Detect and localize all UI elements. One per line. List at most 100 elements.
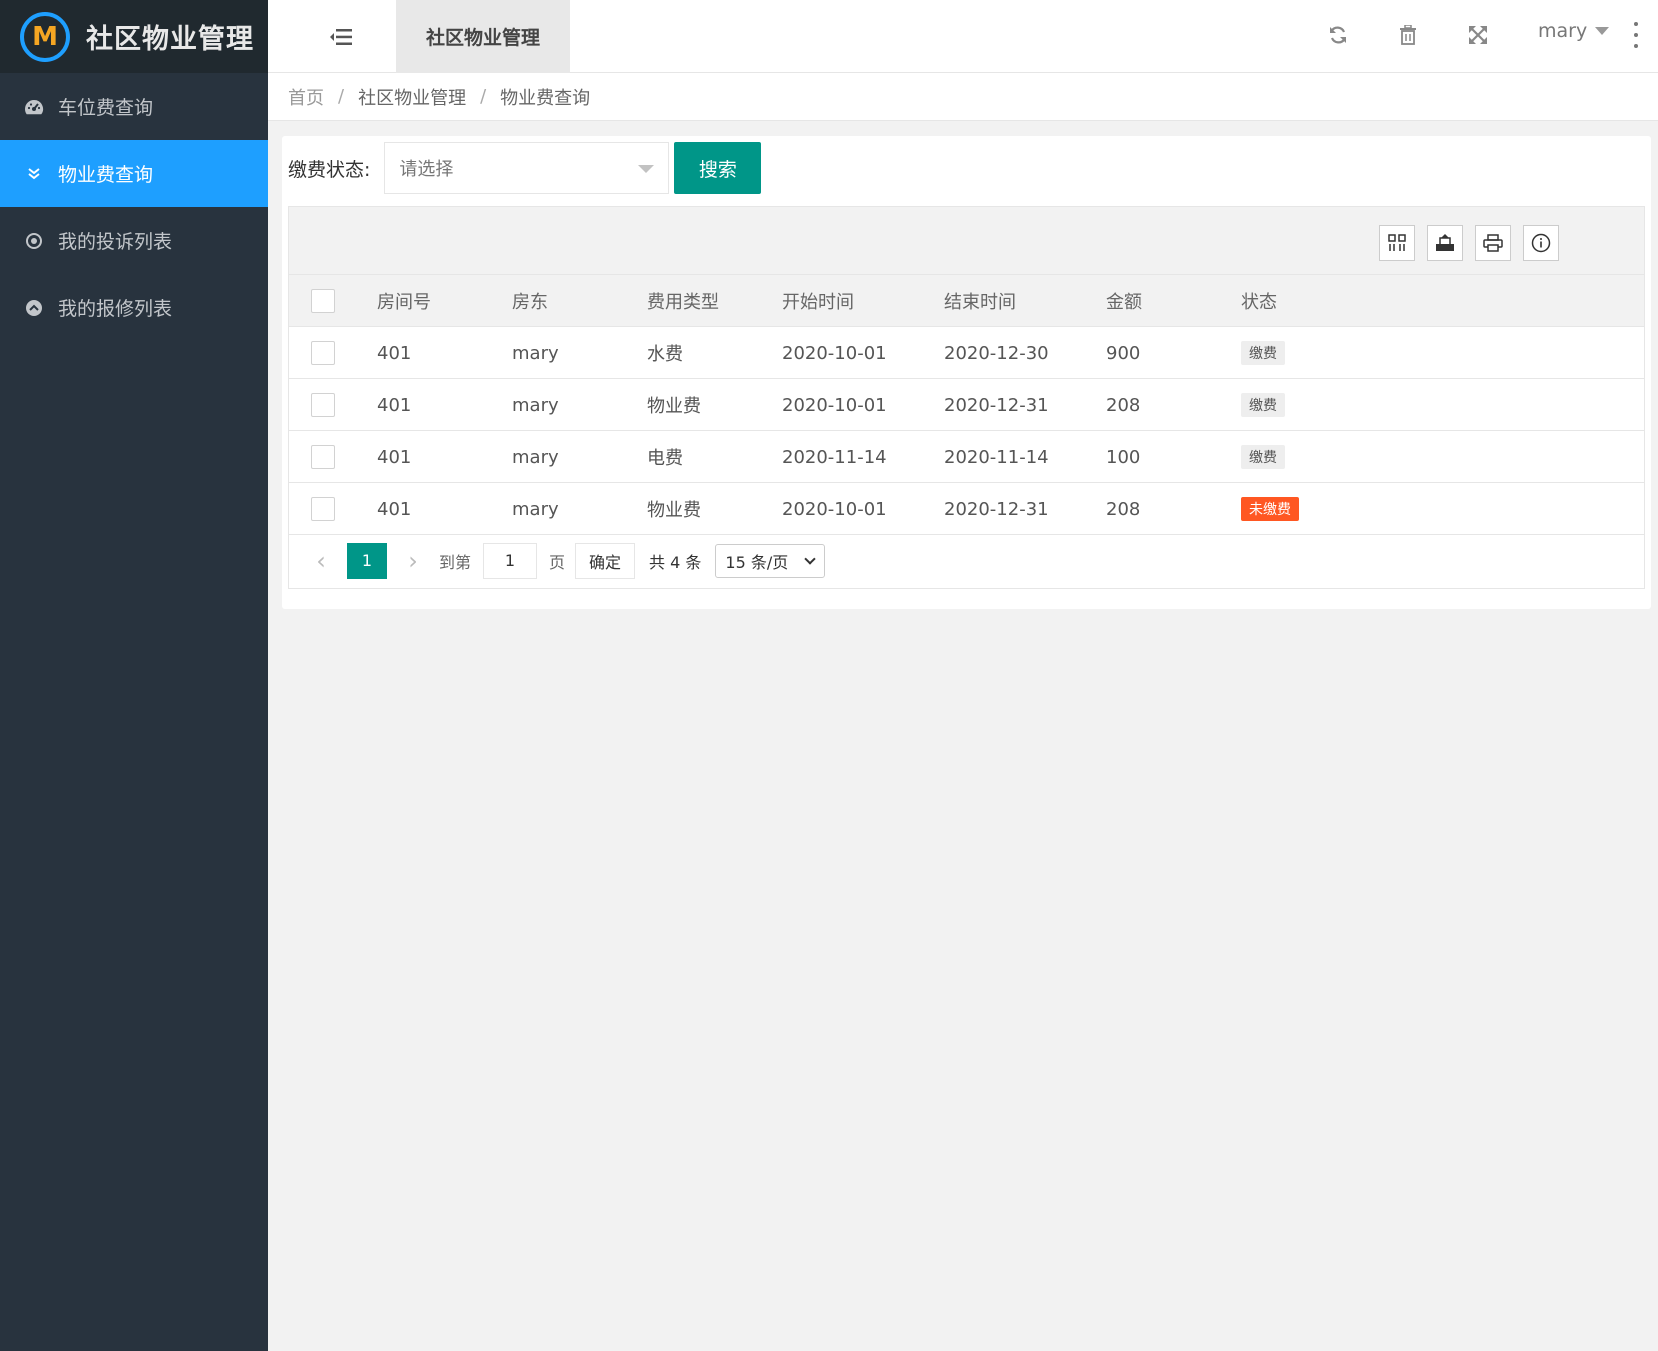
row-checkbox[interactable]: [311, 445, 335, 469]
dashboard-icon: [24, 97, 44, 117]
goto-label: 到第: [439, 552, 472, 572]
column-header[interactable]: 房东: [512, 275, 548, 327]
cell-owner: mary: [512, 342, 559, 364]
breadcrumb: 首页 / 社区物业管理 / 物业费查询: [268, 73, 1658, 121]
status-badge[interactable]: 缴费: [1241, 341, 1285, 365]
status-badge-unpaid[interactable]: 未缴费: [1241, 497, 1299, 521]
logo-letter: M: [32, 21, 58, 52]
cell-owner: mary: [512, 446, 559, 468]
chevron-down-icon: [804, 552, 817, 565]
target-icon: [24, 231, 44, 251]
breadcrumb-home[interactable]: 首页: [288, 84, 324, 110]
cell-start: 2020-10-01: [782, 394, 887, 416]
select-placeholder: 请选择: [399, 159, 454, 180]
total-count: 共 4 条: [649, 552, 702, 572]
cell-type: 电费: [647, 448, 683, 469]
payment-status-select[interactable]: 请选择: [384, 142, 670, 194]
select-all-checkbox[interactable]: [311, 289, 335, 313]
prev-page-icon[interactable]: ‹: [303, 543, 339, 579]
table-row: 401 mary 物业费 2020-10-01 2020-12-31 208 未…: [289, 483, 1644, 535]
table-toolbar: [289, 207, 1644, 275]
info-icon[interactable]: [1523, 225, 1559, 261]
app-title: 社区物业管理: [86, 24, 254, 55]
fullscreen-icon[interactable]: [1464, 21, 1492, 49]
column-header[interactable]: 房间号: [377, 275, 431, 327]
more-icon[interactable]: [1631, 22, 1641, 48]
filter-bar: 缴费状态: 请选择 搜索: [288, 142, 762, 194]
sidebar-item-parking-fee[interactable]: 车位费查询: [0, 73, 268, 140]
status-badge[interactable]: 缴费: [1241, 445, 1285, 469]
user-menu[interactable]: mary: [1538, 20, 1610, 42]
column-header[interactable]: 金额: [1106, 275, 1142, 327]
sidebar-item-label: 车位费查询: [58, 97, 154, 119]
export-icon[interactable]: [1427, 225, 1463, 261]
dropdown-triangle-icon: [638, 165, 655, 173]
page-size-select[interactable]: 15 条/页: [715, 543, 826, 578]
cell-end: 2020-12-30: [944, 342, 1049, 364]
cell-owner: mary: [512, 394, 559, 416]
table-header-row: 房间号 房东 费用类型 开始时间 结束时间 金额 状态: [289, 275, 1644, 327]
username: mary: [1538, 20, 1588, 42]
logo-area: M 社区物业管理: [0, 0, 268, 73]
menu-fold-icon[interactable]: [326, 22, 356, 52]
row-checkbox[interactable]: [311, 497, 335, 521]
sidebar-item-label: 我的投诉列表: [58, 231, 173, 253]
chevron-up-circle-icon: [24, 298, 44, 318]
print-icon[interactable]: [1475, 225, 1511, 261]
cell-end: 2020-12-31: [944, 394, 1049, 416]
page-unit-label: 页: [549, 552, 566, 572]
breadcrumb-separator: /: [338, 86, 345, 107]
goto-confirm-button[interactable]: 确定: [575, 542, 636, 579]
cell-amount: 208: [1106, 394, 1141, 416]
column-header[interactable]: 结束时间: [944, 275, 1016, 327]
breadcrumb-separator: /: [480, 86, 487, 107]
cell-amount: 100: [1106, 446, 1141, 468]
goto-page-input[interactable]: 1: [483, 542, 538, 579]
breadcrumb-current: 物业费查询: [500, 87, 591, 109]
trash-icon[interactable]: [1394, 21, 1422, 49]
cell-type: 物业费: [647, 500, 701, 521]
cell-owner: mary: [512, 498, 559, 520]
status-badge[interactable]: 缴费: [1241, 393, 1285, 417]
page-number-current[interactable]: 1: [347, 542, 387, 579]
pagination: ‹ 1 › 到第 1 页 确定 共 4 条 15 条/页: [289, 533, 1644, 588]
table-row: 401 mary 水费 2020-10-01 2020-12-30 900 缴费: [289, 327, 1644, 379]
cell-amount: 208: [1106, 498, 1141, 520]
cell-start: 2020-10-01: [782, 342, 887, 364]
payment-status-label: 缴费状态:: [288, 158, 371, 181]
page-size-value: 15 条/页: [725, 552, 789, 572]
sidebar-item-repairs[interactable]: 我的报修列表: [0, 274, 268, 341]
columns-icon[interactable]: [1379, 225, 1415, 261]
cell-end: 2020-11-14: [944, 446, 1049, 468]
row-checkbox[interactable]: [311, 393, 335, 417]
row-checkbox[interactable]: [311, 341, 335, 365]
cell-start: 2020-11-14: [782, 446, 887, 468]
sidebar-item-property-fee[interactable]: 物业费查询: [0, 140, 268, 207]
column-header[interactable]: 开始时间: [782, 275, 854, 327]
table-row: 401 mary 电费 2020-11-14 2020-11-14 100 缴费: [289, 431, 1644, 483]
search-button[interactable]: 搜索: [674, 142, 762, 194]
top-header: 社区物业管理 mary: [268, 0, 1658, 73]
logo-icon: M: [20, 11, 70, 62]
cell-room: 401: [377, 446, 412, 468]
table-row: 401 mary 物业费 2020-10-01 2020-12-31 208 缴…: [289, 379, 1644, 431]
caret-down-icon: [1595, 27, 1610, 35]
sidebar-item-label: 物业费查询: [58, 164, 154, 186]
sidebar-item-complaints[interactable]: 我的投诉列表: [0, 207, 268, 274]
data-table: 房间号 房东 费用类型 开始时间 结束时间 金额 状态 401 mary 水费 …: [288, 206, 1645, 589]
refresh-icon[interactable]: [1324, 21, 1352, 49]
breadcrumb-item[interactable]: 社区物业管理: [358, 84, 466, 110]
cell-start: 2020-10-01: [782, 498, 887, 520]
tab-community-management[interactable]: 社区物业管理: [396, 0, 570, 73]
sidebar: M 社区物业管理 车位费查询 物业费查询 我的投诉列表 我的报修列表: [0, 0, 268, 1351]
double-chevron-down-icon: [24, 164, 44, 184]
cell-room: 401: [377, 342, 412, 364]
cell-end: 2020-12-31: [944, 498, 1049, 520]
column-header[interactable]: 状态: [1241, 275, 1277, 327]
column-header[interactable]: 费用类型: [647, 275, 719, 327]
cell-room: 401: [377, 394, 412, 416]
cell-amount: 900: [1106, 342, 1141, 364]
cell-room: 401: [377, 498, 412, 520]
next-page-icon[interactable]: ›: [395, 543, 431, 579]
cell-type: 水费: [647, 344, 683, 365]
